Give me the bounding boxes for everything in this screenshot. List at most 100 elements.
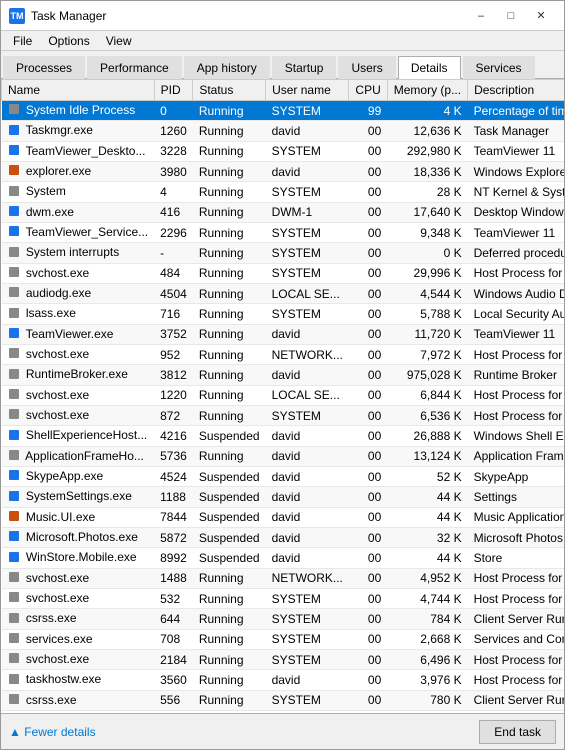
tab-users[interactable]: Users [338, 56, 395, 79]
table-row[interactable]: lsass.exe 716 Running SYSTEM 00 5,788 K … [2, 304, 565, 324]
cell-desc: Local Security Aut... [468, 304, 564, 324]
end-task-button[interactable]: End task [479, 720, 556, 744]
cell-desc: Percentage of time... [468, 101, 564, 121]
table-row[interactable]: TeamViewer_Service... 2296 Running SYSTE… [2, 222, 565, 242]
cell-status: Running [193, 365, 266, 385]
table-row[interactable]: TeamViewer.exe 3752 Running david 00 11,… [2, 324, 565, 344]
cell-desc: Host Process for W... [468, 568, 564, 588]
cell-pid: 2184 [154, 649, 193, 669]
cell-cpu: 00 [349, 690, 387, 710]
cell-status: Running [193, 446, 266, 466]
table-row[interactable]: taskhostw.exe 3560 Running david 00 3,97… [2, 670, 565, 690]
cell-desc: Client Server Runti... [468, 609, 564, 629]
process-icon [8, 144, 20, 159]
table-row[interactable]: svchost.exe 1220 Running LOCAL SE... 00 … [2, 385, 565, 405]
cell-pid: 3812 [154, 365, 193, 385]
table-row[interactable]: audiodg.exe 4504 Running LOCAL SE... 00 … [2, 283, 565, 303]
cell-desc: Host Process for W... [468, 649, 564, 669]
table-row[interactable]: Taskmgr.exe 1260 Running david 00 12,636… [2, 121, 565, 141]
table-row[interactable]: Microsoft.Photos.exe 5872 Suspended davi… [2, 527, 565, 547]
process-icon [8, 327, 20, 342]
cell-memory: 975,028 K [387, 365, 467, 385]
cell-status: Running [193, 385, 266, 405]
cell-desc: Settings [468, 487, 564, 507]
cell-memory: 9,348 K [387, 222, 467, 242]
table-row[interactable]: svchost.exe 952 Running NETWORK... 00 7,… [2, 344, 565, 364]
close-button[interactable]: ✕ [526, 6, 556, 26]
menu-file[interactable]: File [5, 32, 40, 50]
tab-details[interactable]: Details [398, 56, 461, 79]
cell-desc: SkypeApp [468, 466, 564, 486]
cell-status: Suspended [193, 548, 266, 568]
menu-options[interactable]: Options [40, 32, 97, 50]
process-table-container[interactable]: Name PID Status User name CPU Memory (p.… [1, 79, 564, 713]
table-row[interactable]: svchost.exe 872 Running SYSTEM 00 6,536 … [2, 405, 565, 425]
cell-desc: Host Process for W... [468, 670, 564, 690]
table-row[interactable]: SkypeApp.exe 4524 Suspended david 00 52 … [2, 466, 565, 486]
col-header-user[interactable]: User name [266, 80, 349, 101]
table-row[interactable]: TeamViewer_Deskto... 3228 Running SYSTEM… [2, 141, 565, 161]
cell-user: david [266, 670, 349, 690]
table-row[interactable]: Music.UI.exe 7844 Suspended david 00 44 … [2, 507, 565, 527]
cell-desc: NT Kernel & System [468, 182, 564, 202]
minimize-button[interactable]: ‒ [466, 6, 496, 26]
cell-cpu: 00 [349, 324, 387, 344]
tab-services[interactable]: Services [463, 56, 535, 79]
cell-cpu: 00 [349, 426, 387, 446]
tab-performance[interactable]: Performance [87, 56, 182, 79]
tab-startup[interactable]: Startup [272, 56, 337, 79]
process-table-body: System Idle Process 0 Running SYSTEM 99 … [2, 101, 565, 714]
table-row[interactable]: svchost.exe 1488 Running NETWORK... 00 4… [2, 568, 565, 588]
table-row[interactable]: System Idle Process 0 Running SYSTEM 99 … [2, 101, 565, 121]
table-row[interactable]: System 4 Running SYSTEM 00 28 K NT Kerne… [2, 182, 565, 202]
table-row[interactable]: svchost.exe 2184 Running SYSTEM 00 6,496… [2, 649, 565, 669]
table-row[interactable]: services.exe 708 Running SYSTEM 00 2,668… [2, 629, 565, 649]
table-row[interactable]: svchost.exe 532 Running SYSTEM 00 4,744 … [2, 588, 565, 608]
tab-processes[interactable]: Processes [3, 56, 85, 79]
table-row[interactable]: SystemSettings.exe 1188 Suspended david … [2, 487, 565, 507]
cell-desc: Host Process for W... [468, 263, 564, 283]
menu-view[interactable]: View [98, 32, 140, 50]
fewer-details-button[interactable]: ▲ Fewer details [9, 725, 96, 739]
tab-app-history[interactable]: App history [184, 56, 270, 79]
table-row[interactable]: System interrupts - Running SYSTEM 00 0 … [2, 243, 565, 263]
table-row[interactable]: ShellExperienceHost... 4216 Suspended da… [2, 426, 565, 446]
process-icon [8, 591, 20, 606]
col-header-name[interactable]: Name [2, 80, 155, 101]
cell-pid: 644 [154, 609, 193, 629]
cell-memory: 18,336 K [387, 161, 467, 181]
process-name: csrss.exe [26, 693, 77, 707]
process-name: RuntimeBroker.exe [26, 367, 128, 381]
cell-name: SystemSettings.exe [2, 487, 155, 507]
cell-cpu: 00 [349, 527, 387, 547]
col-header-memory[interactable]: Memory (p... [387, 80, 467, 101]
col-header-pid[interactable]: PID [154, 80, 193, 101]
cell-pid: 2296 [154, 222, 193, 242]
cell-cpu: 00 [349, 243, 387, 263]
table-row[interactable]: svchost.exe 484 Running SYSTEM 00 29,996… [2, 263, 565, 283]
cell-name: services.exe [2, 629, 155, 649]
col-header-status[interactable]: Status [193, 80, 266, 101]
cell-user: SYSTEM [266, 263, 349, 283]
cell-memory: 292,980 K [387, 141, 467, 161]
table-row[interactable]: dwm.exe 416 Running DWM-1 00 17,640 K De… [2, 202, 565, 222]
cell-pid: 952 [154, 344, 193, 364]
process-name: Microsoft.Photos.exe [26, 530, 138, 544]
cell-cpu: 00 [349, 487, 387, 507]
cell-user: SYSTEM [266, 405, 349, 425]
table-row[interactable]: WinStore.Mobile.exe 8992 Suspended david… [2, 548, 565, 568]
table-row[interactable]: ApplicationFrameHo... 5736 Running david… [2, 446, 565, 466]
col-header-desc[interactable]: Description [468, 80, 564, 101]
col-header-cpu[interactable]: CPU [349, 80, 387, 101]
table-row[interactable]: RuntimeBroker.exe 3812 Running david 00 … [2, 365, 565, 385]
process-name: TeamViewer.exe [26, 327, 114, 341]
process-icon [8, 490, 20, 505]
cell-memory: 6,844 K [387, 385, 467, 405]
maximize-button[interactable]: □ [496, 6, 526, 26]
table-row[interactable]: csrss.exe 644 Running SYSTEM 00 784 K Cl… [2, 609, 565, 629]
table-row[interactable]: explorer.exe 3980 Running david 00 18,33… [2, 161, 565, 181]
process-icon [8, 368, 20, 383]
table-row[interactable]: csrss.exe 556 Running SYSTEM 00 780 K Cl… [2, 690, 565, 710]
process-name: svchost.exe [26, 266, 89, 280]
cell-memory: 44 K [387, 487, 467, 507]
